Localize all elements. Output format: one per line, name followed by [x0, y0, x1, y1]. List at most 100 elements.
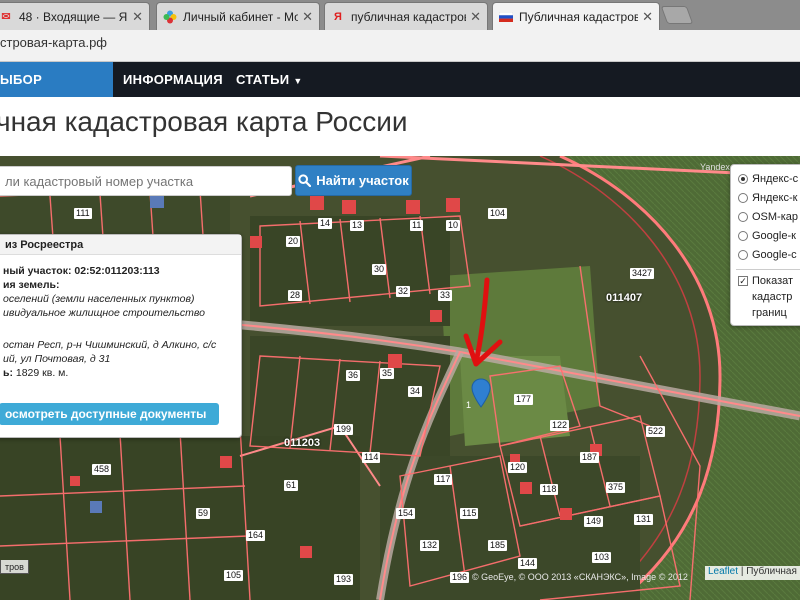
- plot-label[interactable]: 10: [446, 220, 461, 231]
- plot-label[interactable]: 164: [246, 530, 266, 541]
- zone-label: 011407: [606, 292, 643, 304]
- url-text: стровая-карта.рф: [0, 35, 107, 50]
- attribution-text: | Публичная к: [740, 566, 800, 577]
- plot-label[interactable]: 35: [380, 368, 395, 379]
- radio-button[interactable]: [738, 193, 748, 203]
- layer-option[interactable]: OSM-кар: [738, 211, 798, 223]
- plot-label[interactable]: 114: [362, 452, 381, 463]
- chevron-down-icon: ▼: [293, 76, 303, 86]
- nav-region-selector[interactable]: ЫБОР РЕГИОНА ▼: [0, 62, 113, 122]
- tab-title: Личный кабинет - Мои: [183, 9, 299, 24]
- plot-label[interactable]: 3427: [630, 268, 655, 279]
- overlay-toggle[interactable]: ✓ Показат: [738, 275, 793, 287]
- address-line-1: остан Респ, р-н Чишминский, д Алкино, с/…: [3, 339, 217, 351]
- popup-header: из Росреестра: [0, 235, 241, 255]
- plot-label[interactable]: 149: [584, 516, 604, 527]
- layer-option[interactable]: Яндекс-к: [738, 192, 797, 204]
- map-scale: тров: [0, 560, 29, 574]
- plot-label[interactable]: 36: [346, 370, 361, 381]
- cadastral-search-input[interactable]: [0, 166, 292, 196]
- flower-icon: [163, 10, 177, 24]
- nav-articles[interactable]: СТАТЬИ ▼: [236, 62, 303, 97]
- yandex-icon: Я: [334, 10, 342, 23]
- radio-button[interactable]: [738, 250, 748, 260]
- plot-label[interactable]: 105: [224, 570, 244, 581]
- divider: [736, 269, 800, 270]
- browser-tab-cabinet[interactable]: Личный кабинет - Мои ✕: [156, 2, 320, 30]
- plot-label[interactable]: 34: [408, 386, 423, 397]
- plot-label[interactable]: 187: [580, 452, 600, 463]
- tab-title: Публичная кадастрова: [519, 9, 639, 24]
- category-heading: ия земель:: [3, 279, 60, 291]
- radio-button[interactable]: [738, 174, 748, 184]
- area-label: ь:: [3, 367, 13, 379]
- plot-label[interactable]: 375: [606, 482, 626, 493]
- radio-button[interactable]: [738, 231, 748, 241]
- plot-label[interactable]: 132: [420, 540, 440, 551]
- browser-tab-strip: ✉ 48 · Входящие — Яндекс ✕ Личный кабине…: [0, 0, 800, 30]
- layer-option[interactable]: Google-с: [738, 249, 797, 261]
- russian-flag-icon: [499, 10, 513, 24]
- zone-label: 011203: [284, 437, 321, 449]
- plot-marker[interactable]: [471, 378, 491, 413]
- plot-label[interactable]: 14: [318, 218, 333, 229]
- mail-icon: ✉: [1, 11, 11, 23]
- browser-tab-search[interactable]: Я публичная кадастровая ✕: [324, 2, 488, 30]
- plot-label[interactable]: 33: [438, 290, 453, 301]
- layer-option[interactable]: Google-к: [738, 230, 796, 242]
- close-icon[interactable]: ✕: [302, 9, 313, 25]
- close-icon[interactable]: ✕: [642, 9, 653, 25]
- plot-label[interactable]: 28: [288, 290, 303, 301]
- plot-label[interactable]: 196: [450, 572, 470, 583]
- plot-label[interactable]: 13: [350, 220, 365, 231]
- plot-number: ный участок: 02:52:011203:113: [3, 265, 160, 277]
- overlay-label-line: кадастр: [752, 291, 792, 303]
- leaflet-link[interactable]: Leaflet: [708, 566, 738, 577]
- plot-label[interactable]: 522: [646, 426, 666, 437]
- view-documents-button[interactable]: осмотреть доступные документы: [0, 403, 219, 425]
- plot-label[interactable]: 11: [410, 220, 424, 231]
- plot-label[interactable]: 115: [460, 508, 479, 519]
- imagery-copyright: © GeoEye, © ООО 2013 «СКАНЭКС», Image © …: [472, 572, 688, 582]
- plot-label[interactable]: 30: [372, 264, 387, 275]
- plot-label[interactable]: 458: [92, 464, 112, 475]
- close-icon[interactable]: ✕: [470, 9, 481, 25]
- plot-label[interactable]: 154: [396, 508, 416, 519]
- page-title: чная кадастровая карта России: [0, 106, 408, 137]
- browser-tab-mail[interactable]: ✉ 48 · Входящие — Яндекс ✕: [0, 2, 150, 30]
- plot-label[interactable]: 199: [334, 424, 354, 435]
- plot-label[interactable]: 59: [196, 508, 211, 519]
- plot-label[interactable]: 111: [74, 208, 92, 219]
- plot-label[interactable]: 177: [514, 394, 534, 405]
- usage-value: ивидуальное жилищное строительство: [3, 307, 205, 319]
- layer-option[interactable]: Яндекс-с: [738, 173, 798, 185]
- radio-button[interactable]: [738, 212, 748, 222]
- plot-label[interactable]: 104: [488, 208, 508, 219]
- browser-tab-cadastral[interactable]: Публичная кадастрова ✕: [492, 2, 660, 30]
- plot-label[interactable]: 193: [334, 574, 354, 585]
- plot-label[interactable]: 122: [550, 420, 570, 431]
- plot-label[interactable]: 120: [508, 462, 528, 473]
- checkbox[interactable]: ✓: [738, 276, 748, 286]
- map-attribution: Leaflet | Публичная к: [705, 566, 800, 580]
- plot-label[interactable]: 117: [434, 474, 453, 485]
- plot-label[interactable]: 20: [286, 236, 301, 247]
- nav-articles-label: СТАТЬИ: [236, 72, 290, 87]
- plot-label[interactable]: 144: [518, 558, 538, 569]
- plot-label[interactable]: 118: [540, 484, 559, 495]
- address-bar[interactable]: стровая-карта.рф: [0, 30, 800, 62]
- cadastral-map[interactable]: 011407 011203 111 14 13 11 10 104 20 30 …: [0, 156, 800, 600]
- plot-label[interactable]: 32: [396, 286, 411, 297]
- layer-option-label: OSM-кар: [752, 211, 799, 223]
- new-tab-button[interactable]: [660, 6, 694, 24]
- plot-label[interactable]: 103: [592, 552, 612, 563]
- plot-label[interactable]: 61: [284, 480, 299, 491]
- pin-plot-label: 1: [466, 400, 472, 410]
- search-icon: [298, 174, 312, 187]
- nav-info[interactable]: ИНФОРМАЦИЯ: [123, 62, 223, 97]
- find-plot-button[interactable]: Найти участок: [295, 165, 412, 196]
- close-icon[interactable]: ✕: [132, 9, 143, 25]
- plot-label[interactable]: 131: [634, 514, 654, 525]
- tab-title: публичная кадастровая: [351, 9, 466, 24]
- plot-label[interactable]: 185: [488, 540, 508, 551]
